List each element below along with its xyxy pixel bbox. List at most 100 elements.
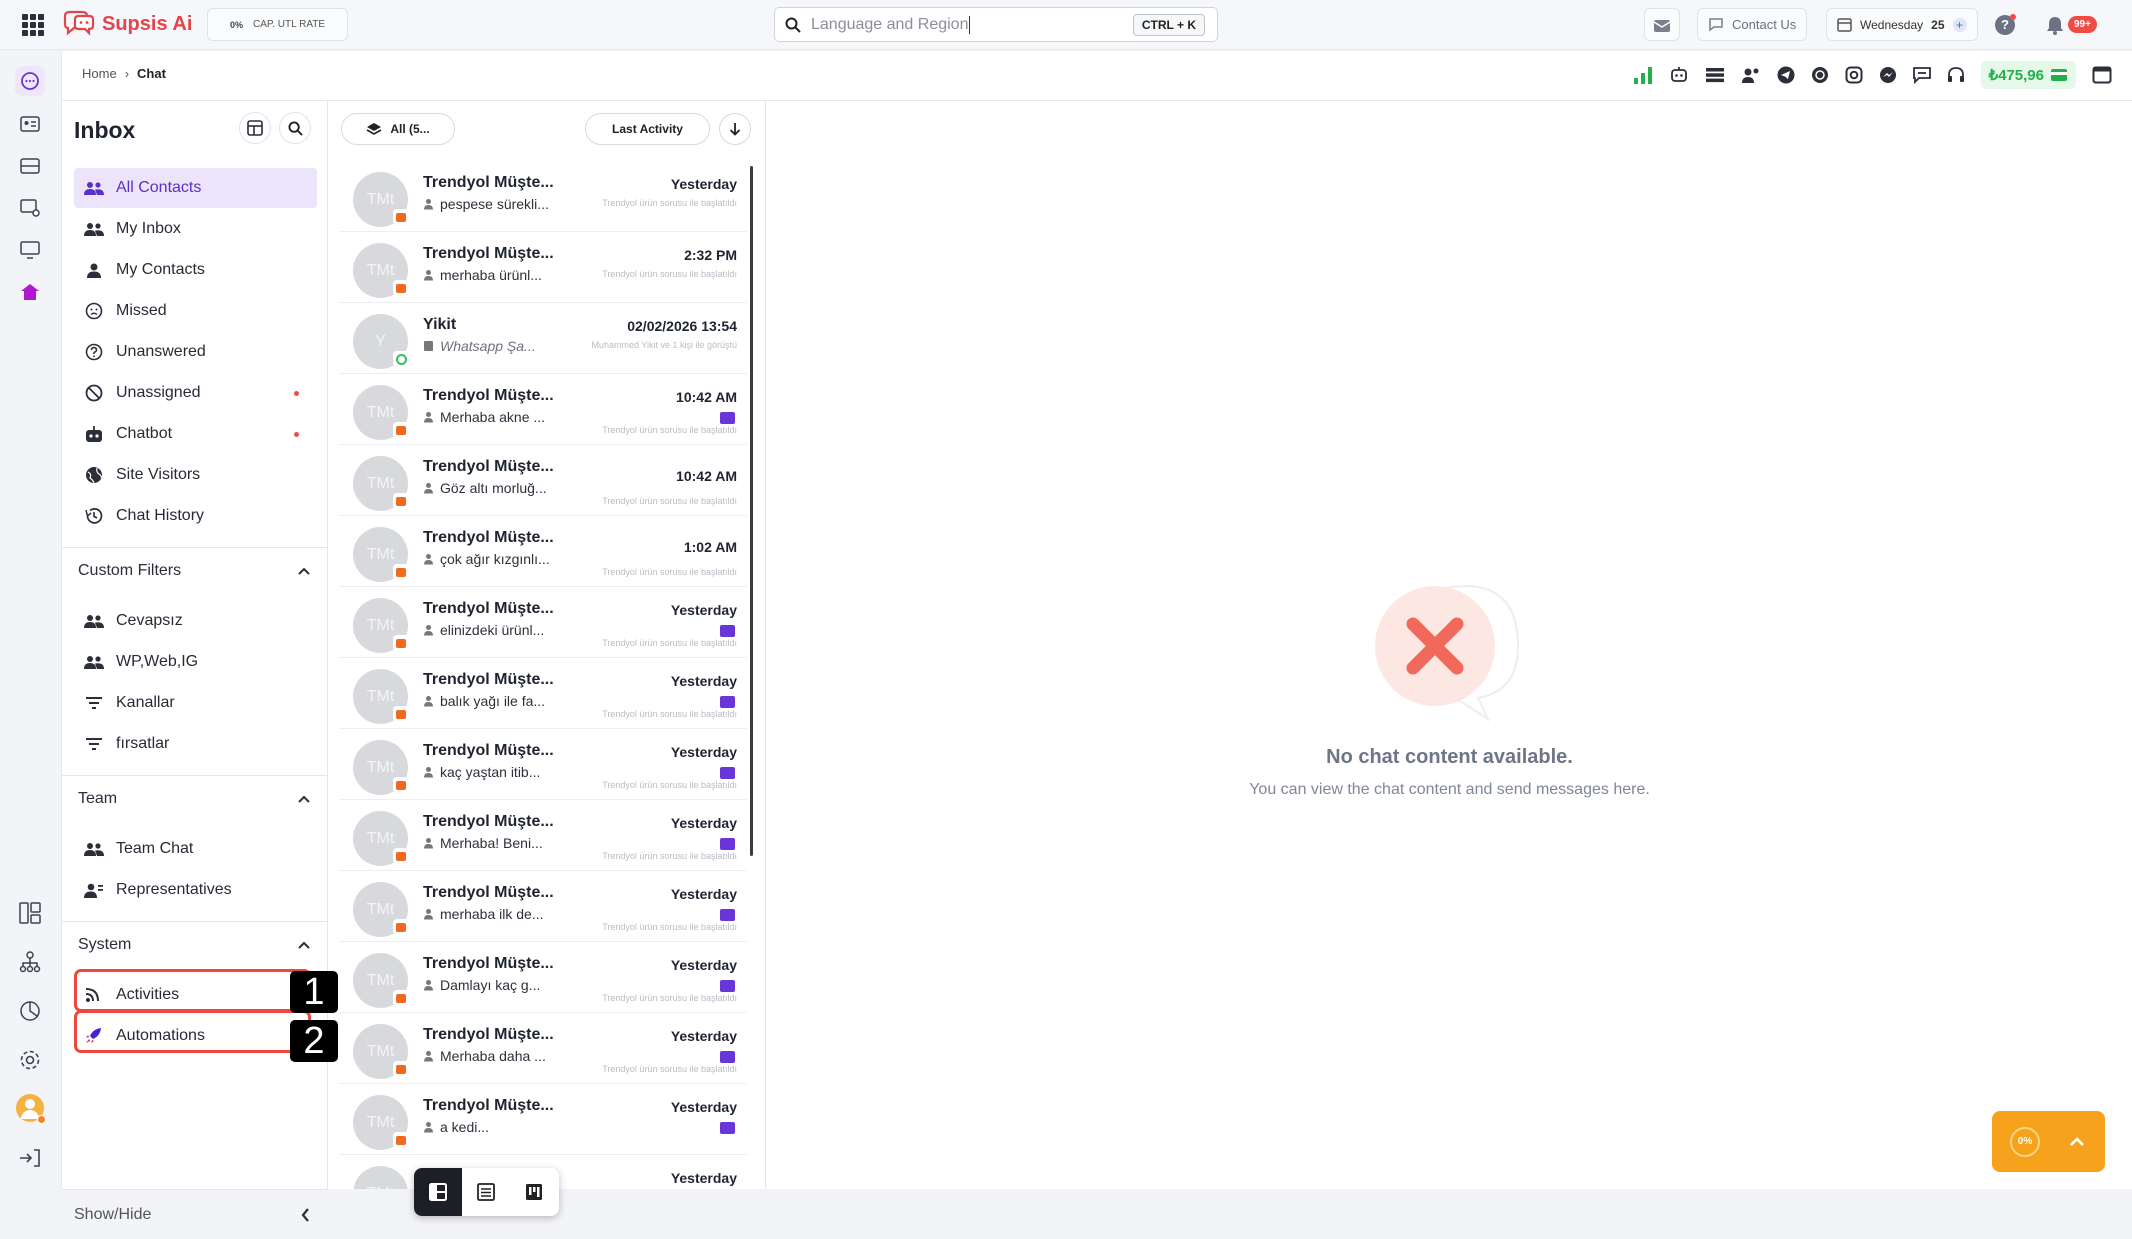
conversation-row[interactable]: TMt Trendyol Müşte... elinizdeki ürünl... Y… [339,588,747,658]
conversation-row[interactable]: TMt Trendyol Müşte... Merhaba daha ... Yest… [339,1014,747,1084]
conversation-row[interactable]: TMt Trendyol Müşte... merhaba ürünl... 2:32… [339,233,747,303]
messenger-icon[interactable] [1879,66,1897,84]
view-option-kanban[interactable] [510,1168,558,1216]
rail-dashboard[interactable] [15,898,45,928]
channel-filter-button[interactable]: All (5... [341,113,455,145]
team-item-representatives[interactable]: Representatives [74,870,317,910]
trendyol-channel-icon [393,635,409,651]
conversation-row[interactable]: TMt Trendyol Müşte... Merhaba akne ... 10:4… [339,375,747,445]
screen-settings-icon [20,199,40,217]
instagram-icon[interactable] [1845,66,1863,84]
conversation-row[interactable]: TMt Trendyol Müşte... merhaba ilk de... Yes… [339,872,747,942]
sidebar-item-unassigned[interactable]: Unassigned [74,373,317,413]
rail-chat[interactable] [15,66,45,96]
sidebar-item-my-contacts[interactable]: My Contacts [74,250,317,290]
team-item-team-chat[interactable]: Team Chat [74,829,317,869]
person-icon [424,412,433,423]
conversation-row[interactable]: TMt Trendyol Müşte... balık yağı ile fa...… [339,659,747,729]
panel-toggle-icon[interactable] [2092,66,2112,84]
sidebar-item-site-visitors[interactable]: Site Visitors [74,455,317,495]
sidebar-item-chatbot[interactable]: Chatbot [74,414,317,454]
list-scrollbar[interactable] [750,166,753,856]
show-hide-toggle[interactable]: Show/Hide [62,1189,328,1239]
sidebar-item-my-inbox[interactable]: My Inbox [74,209,317,249]
last-message-text: Göz altı morluğ... [440,480,547,496]
no-chat-illustration [1375,584,1520,722]
rail-archive[interactable] [15,151,45,181]
conversation-row[interactable]: TMt Trendyol Müşte... Merhaba! Beni... Yest… [339,801,747,871]
contact-card-icon [20,116,40,132]
contact-us-button[interactable]: Contact Us [1697,8,1808,41]
conversation-row[interactable]: TMt Trendyol Müşte... pespese sürekli... Ye… [339,162,747,232]
apps-grid-icon[interactable] [22,14,44,36]
notification-count: 99+ [2068,16,2097,33]
filter-item-cevapsiz[interactable]: Cevapsız [74,601,317,641]
rail-reports[interactable] [15,996,45,1026]
sidebar-item-missed[interactable]: Missed [74,291,317,331]
conversation-row[interactable]: TMt Trendyol Müşte... Göz altı morluğ... 10… [339,446,747,516]
conversation-row[interactable]: TMt Trendyol Müşte... Damlayı kaç g... Yest… [339,943,747,1013]
conversation-row[interactable]: TMt Trendyol Müşte... kaç yaştan itib... Ye… [339,730,747,800]
date-label: Wednesday [1860,17,1924,32]
breadcrumb: Home › Chat [82,66,166,81]
sidebar-item-chat-history[interactable]: Chat History [74,496,317,536]
rail-logout[interactable] [15,1143,45,1173]
custom-filters-header[interactable]: Custom Filters [62,547,328,593]
filter-item-firsatlar[interactable]: fırsatlar [74,724,317,764]
team-header[interactable]: Team [62,775,328,821]
robot-icon[interactable] [1669,66,1689,84]
rail-monitor[interactable] [15,235,45,265]
channel-filter-label: All (5... [390,122,430,136]
rail-settings-screen[interactable] [15,193,45,223]
system-header[interactable]: System [62,921,328,967]
conversation-time: Yesterday [670,815,737,831]
sidebar-item-label: Unassigned [116,384,201,401]
contact-name: Trendyol Müşte... [423,671,554,688]
rail-contacts[interactable] [15,109,45,139]
last-message: Merhaba daha ... [423,1048,546,1064]
conversation-origin: Trendyol ürün sorusu ile başlatıldı [602,425,737,435]
help-icon[interactable]: ? [1995,14,2016,35]
date-button[interactable]: Wednesday 25 + [1826,8,1978,41]
list-icon[interactable] [1705,67,1725,83]
floating-progress-widget[interactable]: 0% [1992,1111,2105,1172]
sidebar-item-unanswered[interactable]: Unanswered [74,332,317,372]
search-input[interactable]: Language and Region [811,15,971,34]
rail-org-chart[interactable] [15,947,45,977]
filter-item-wp-web-ig[interactable]: WP,Web,IG [74,642,317,682]
chevron-up-icon[interactable] [2069,1136,2085,1147]
capacity-rate[interactable]: 0% CAP. UTL RATE [207,8,348,41]
sort-dropdown[interactable]: Last Activity [585,113,710,145]
conversation-row[interactable]: TMt Trendyol Müşte... çok ağır kızgınlı...… [339,517,747,587]
filter-item-kanallar[interactable]: Kanallar [74,683,317,723]
rail-home[interactable] [15,277,45,307]
sort-direction-button[interactable] [719,113,751,145]
sms-icon[interactable] [1912,66,1931,84]
mail-button[interactable] [1644,8,1680,41]
notifications-button[interactable]: 99+ [2046,13,2116,37]
layout-toggle-button[interactable] [239,112,271,144]
group-icon[interactable] [1741,66,1761,84]
inbox-search-button[interactable] [279,112,311,144]
view-option-list[interactable] [462,1168,510,1216]
global-search[interactable]: Language and Region CTRL + K [774,7,1218,42]
rail-profile[interactable] [15,1093,46,1124]
sidebar-item-all-contacts[interactable]: All Contacts [74,168,317,208]
breadcrumb-home[interactable]: Home [82,66,117,81]
annotation-highlight-automations [74,1010,311,1053]
rail-settings[interactable] [15,1045,45,1075]
telegram-icon[interactable] [1777,66,1795,84]
trendyol-channel-icon [393,1132,409,1148]
view-option-split[interactable] [414,1168,462,1216]
conversation-row[interactable]: Y Yikit Whatsapp Şa... 02/02/2026 13:54 Muha… [339,304,747,374]
conversation-row[interactable]: TMt Trendyol Müşte... a kedi... Yesterday [339,1085,747,1155]
signal-bars-icon[interactable] [1633,66,1653,84]
add-icon[interactable]: + [1952,17,1967,32]
balance-badge[interactable]: ₺475,96 [1980,61,2076,89]
last-message-text: Merhaba! Beni... [440,835,543,851]
brand-logo[interactable]: Supsis Ai [62,10,192,38]
progress-ring: 0% [2010,1126,2040,1157]
whatsapp-icon[interactable] [1811,66,1829,84]
conversation-time: 10:42 AM [676,468,737,484]
headset-icon[interactable] [1947,66,1965,84]
